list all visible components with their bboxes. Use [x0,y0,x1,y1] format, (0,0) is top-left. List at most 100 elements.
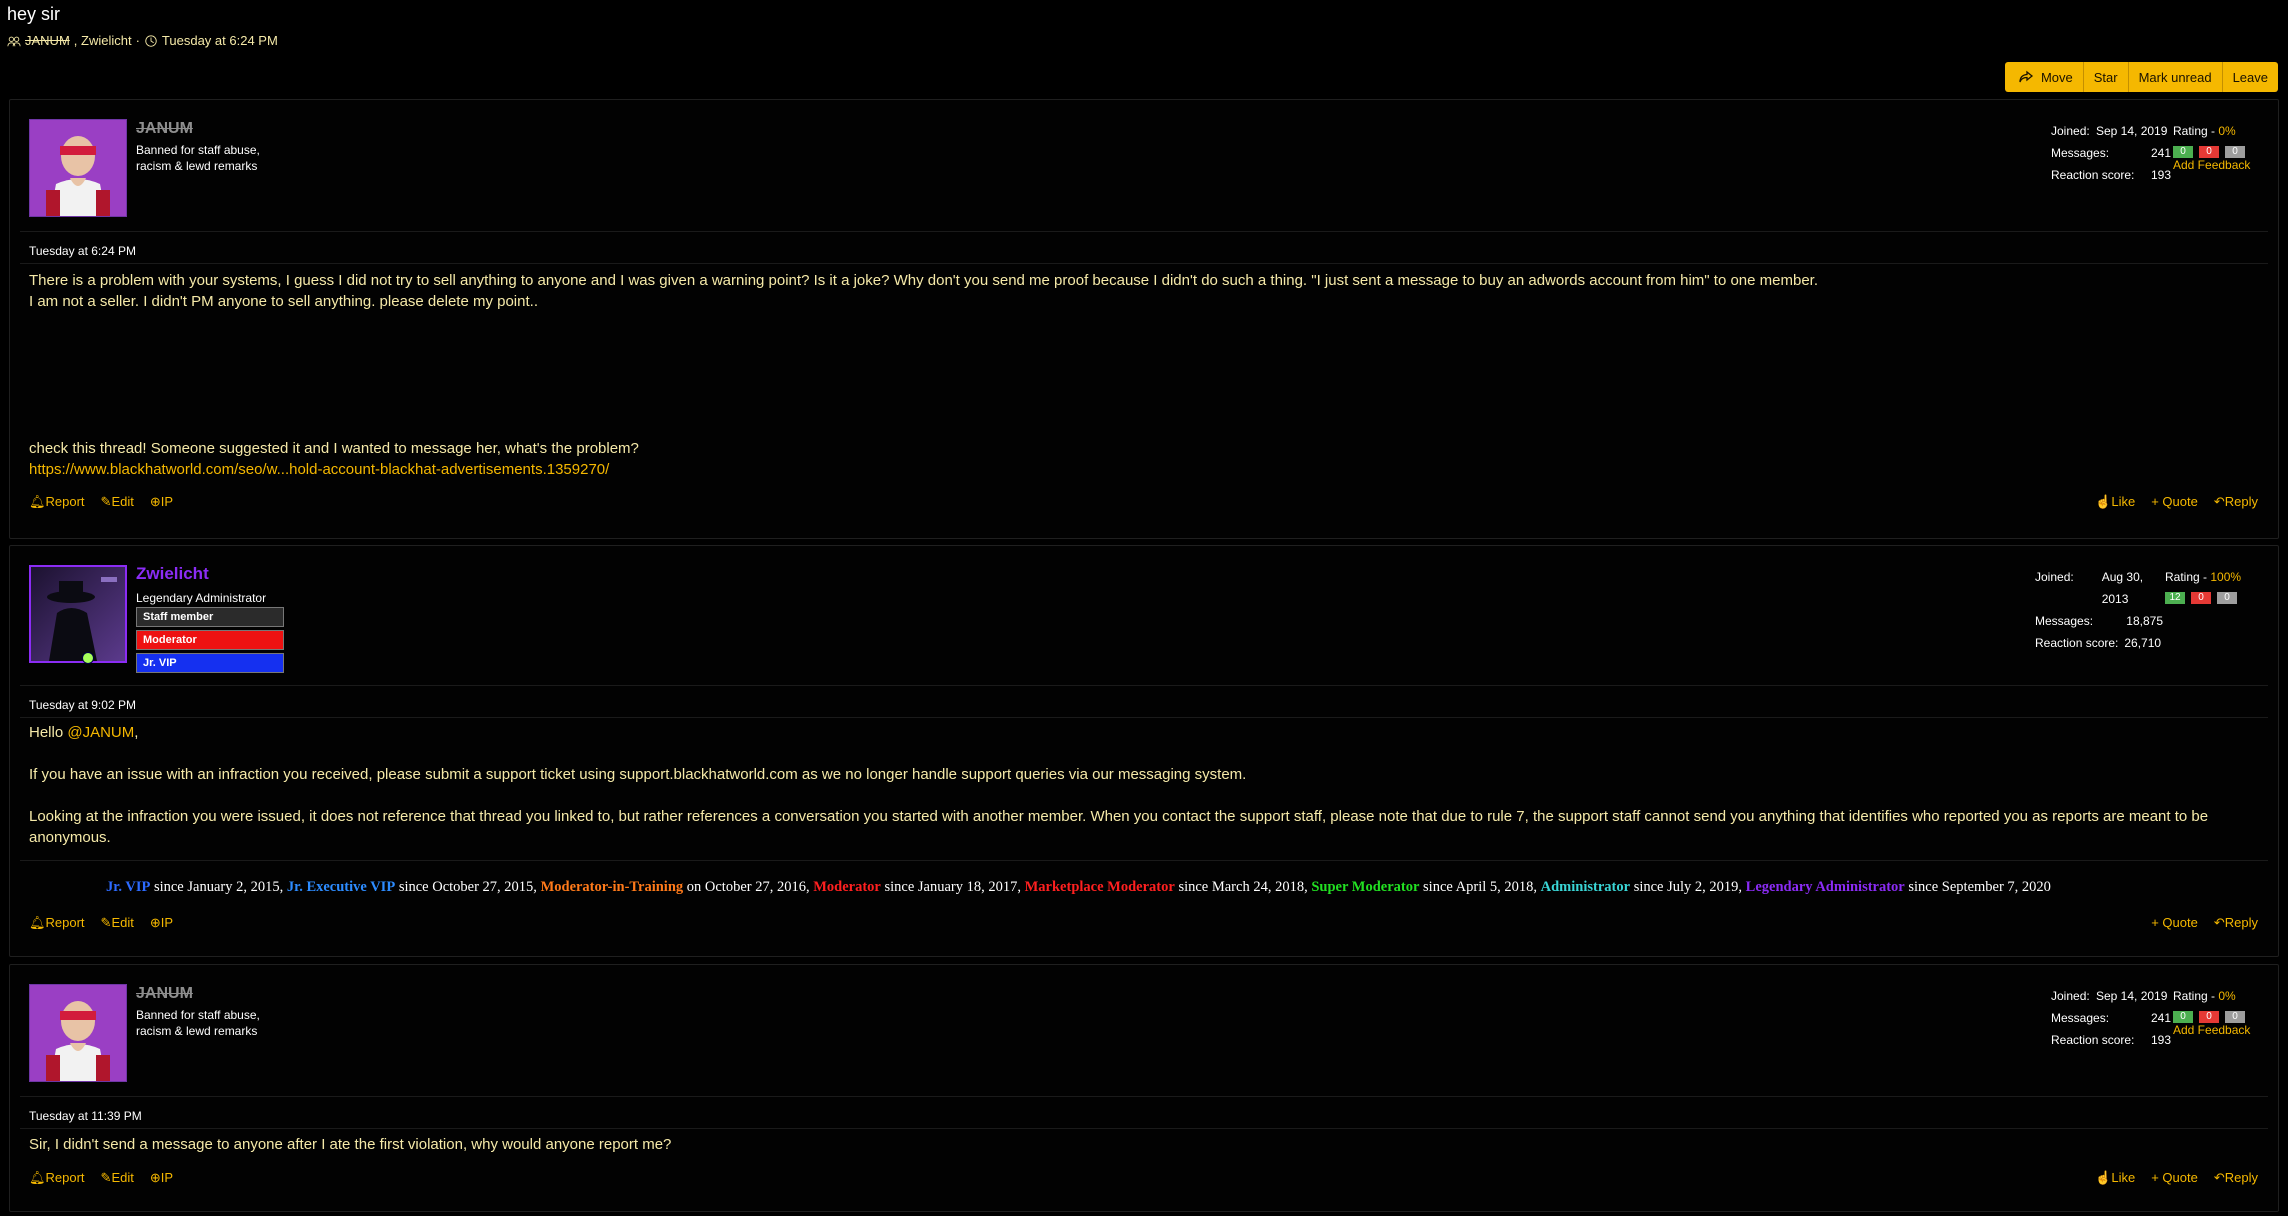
joined-value: Aug 30, 2013 [2101,570,2144,606]
edit-label: Edit [111,1170,134,1185]
like-button[interactable]: ☝Like [2095,494,2135,510]
rank-since-text: since April 5, 2018, [1419,879,1541,895]
thread-link[interactable]: https://www.blackhatworld.com/seo/w...ho… [29,459,2258,480]
quote-button[interactable]: + Quote [2151,494,2198,510]
username[interactable]: Zwielicht [136,564,209,584]
reply-label: Reply [2224,1170,2258,1185]
reply-icon: ↶ [2213,1170,2225,1185]
add-feedback-link[interactable]: Add Feedback [2173,158,2258,172]
rank-since-text: since January 18, 2017, [880,879,1025,895]
ip-button[interactable]: ⊕IP [150,915,173,931]
edit-button[interactable]: ✎Edit [101,1170,134,1186]
reply-button[interactable]: ↶Reply [2214,1170,2258,1186]
quote-button[interactable]: + Quote [2151,1170,2198,1186]
thread-meta: JANUM , Zwielicht · Tuesday at 6:24 PM [7,33,278,48]
ip-button[interactable]: ⊕IP [150,1170,173,1186]
feedback-positive-badge[interactable]: 0 [2173,146,2193,158]
reaction-value: 193 [2150,168,2171,182]
user-title: Banned for staff abuse, racism & lewd re… [136,1007,286,1039]
feedback-neutral-badge[interactable]: 0 [2225,146,2245,158]
feedback-positive-badge[interactable]: 12 [2165,592,2185,604]
leave-label: Leave [2232,69,2268,85]
thread-date[interactable]: Tuesday at 6:24 PM [162,33,278,48]
username[interactable]: JANUM [136,120,193,138]
participant-link-janum[interactable]: JANUM [25,33,70,48]
ip-button[interactable]: ⊕IP [150,494,173,510]
user-title: Legendary Administrator [136,591,267,605]
participant-link-zwielicht[interactable]: , Zwielicht [74,33,132,48]
feedback-negative-badge[interactable]: 0 [2199,146,2219,158]
rank-since-text: since January 2, 2015, [150,879,287,895]
message-date[interactable]: Tuesday at 11:39 PM [29,1109,142,1123]
avatar-image [31,567,125,661]
reply-button[interactable]: ↶Reply [2214,915,2258,931]
user-title-line: racism & lewd remarks [136,159,258,173]
signature-divider [20,860,2268,861]
star-button[interactable]: Star [2083,62,2129,92]
message-reactions: ☝Like + Quote ↶Reply [2095,1170,2258,1186]
page-title: hey sir [7,4,61,24]
avatar[interactable] [29,119,127,217]
user-mention-link[interactable]: @JANUM [67,724,134,741]
add-feedback-link[interactable]: Add Feedback [2173,1023,2258,1037]
rank-name: Jr. Executive VIP [286,879,396,895]
feedback-negative-badge[interactable]: 0 [2199,1011,2219,1023]
user-title-line: Banned for staff abuse, [136,143,260,157]
username[interactable]: JANUM [136,985,193,1003]
messages-value: 241 [2150,1011,2171,1025]
report-button[interactable]: 🔔︎Report [29,494,85,510]
plus-icon: + [2151,494,2163,509]
meta-separator: · [135,33,140,48]
user-title-line: Banned for staff abuse, [136,1008,260,1022]
plus-icon: + [2151,1170,2163,1185]
feedback-neutral-badge[interactable]: 0 [2225,1011,2245,1023]
message-post: Zwielicht Legendary Administrator Staff … [9,545,2279,957]
messages-value: 18,875 [2126,614,2163,628]
move-label: Move [2040,69,2073,85]
rank-since-text: since October 27, 2015, [395,879,541,895]
move-button[interactable]: Move [2004,62,2084,92]
reply-label: Reply [2224,494,2258,509]
message-date[interactable]: Tuesday at 6:24 PM [29,244,136,258]
joined-value: Sep 14, 2019 [2096,989,2168,1003]
message-text: , [134,724,139,741]
message-text: check this thread! Someone suggested it … [29,440,639,457]
feedback-neutral-badge[interactable]: 0 [2217,592,2237,604]
report-button[interactable]: 🔔︎Report [29,915,85,931]
edit-button[interactable]: ✎Edit [101,494,134,510]
rating-label: Rating - [2173,124,2219,138]
mark-unread-button[interactable]: Mark unread [2128,62,2223,92]
online-status-icon [82,652,94,664]
like-button[interactable]: ☝Like [2095,1170,2135,1186]
message-actions: 🔔︎Report ✎Edit ⊕IP [29,1170,173,1186]
ip-label: IP [160,915,174,930]
leave-button[interactable]: Leave [2222,62,2278,92]
message-text: Looking at the infraction you were issue… [29,808,2209,846]
message-text: Sir, I didn't send a message to anyone a… [29,1136,672,1153]
divider [20,685,2268,686]
report-button[interactable]: 🔔︎Report [29,1170,85,1186]
divider [20,717,2268,718]
users-icon [7,36,21,46]
quote-label: Quote [2162,915,2198,930]
avatar[interactable] [29,984,127,1082]
avatar[interactable] [29,565,127,663]
feedback-negative-badge[interactable]: 0 [2191,592,2211,604]
feedback-positive-badge[interactable]: 0 [2173,1011,2193,1023]
messages-value: 241 [2150,146,2171,160]
reply-button[interactable]: ↶Reply [2214,494,2258,510]
rank-since-text: since September 7, 2020 [1904,879,2051,895]
message-body: Hello @JANUM, If you have an issue with … [29,722,2258,848]
rank-since-text: on October 27, 2016, [683,879,814,895]
divider [20,1128,2268,1129]
user-stats: Joined: Sep 14, 2019 Messages: 241 Reactio… [2051,120,2171,186]
quote-button[interactable]: + Quote [2151,915,2198,931]
rating-value: 100% [2210,570,2242,584]
edit-button[interactable]: ✎Edit [101,915,134,931]
like-label: Like [2111,494,2136,509]
rating-value: 0% [2218,124,2236,138]
message-date[interactable]: Tuesday at 9:02 PM [29,698,136,712]
bell-icon: 🔔︎ [29,1170,46,1185]
thumbs-up-icon: ☝ [2095,1170,2112,1185]
bell-icon: 🔔︎ [29,915,46,930]
